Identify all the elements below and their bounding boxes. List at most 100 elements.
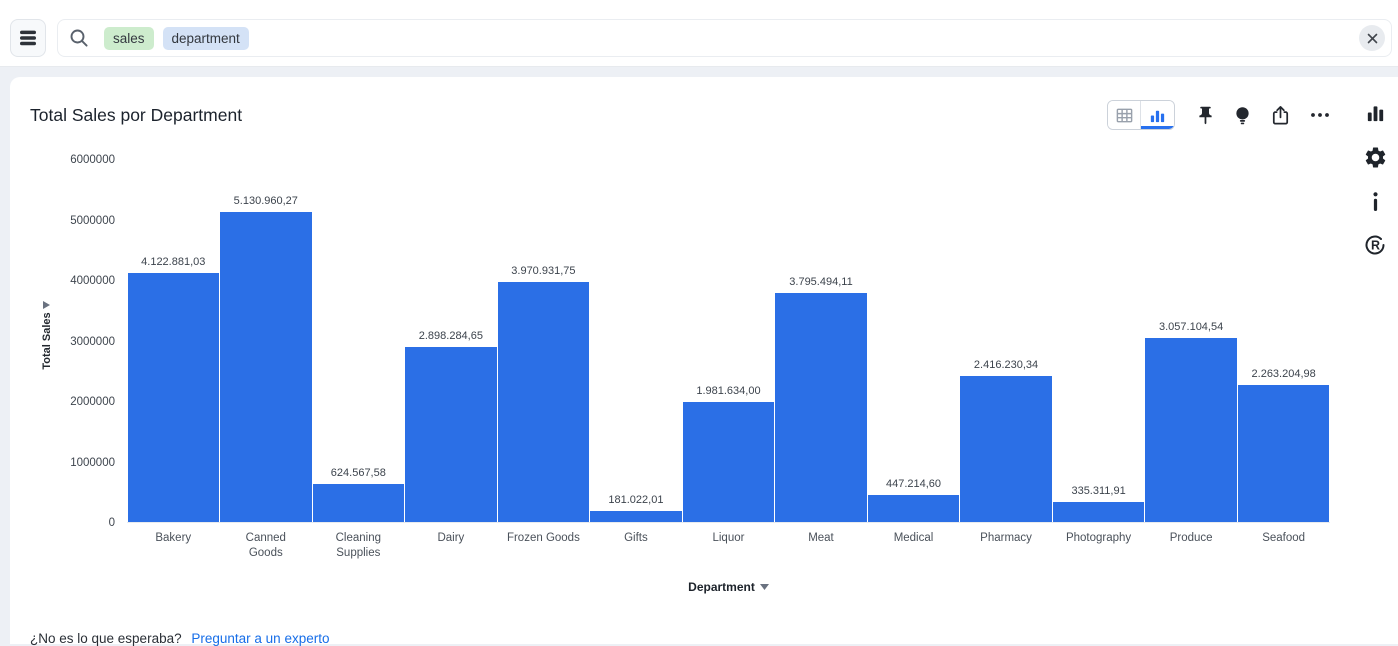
clear-search-button[interactable] (1359, 25, 1385, 51)
y-tick-label: 2000000 (70, 396, 115, 408)
y-axis-caret-icon (43, 301, 50, 309)
info-icon (1371, 191, 1380, 212)
y-tick-label: 6000000 (70, 154, 115, 166)
bar-value-label: 3.795.494,11 (789, 276, 852, 288)
info-button[interactable] (1371, 188, 1380, 214)
bar-chart-icon (1148, 106, 1167, 125)
data-source-stack-icon (19, 30, 37, 46)
bar-value-label: 2.416.230,34 (974, 359, 1038, 371)
bar[interactable]: 181.022,01 (590, 511, 682, 522)
pin-button[interactable] (1195, 105, 1216, 126)
bar-column: 624.567,58 (313, 160, 405, 522)
bar-value-label: 1.981.634,00 (696, 385, 760, 397)
chart-view-button[interactable] (1141, 101, 1174, 129)
share-button[interactable] (1269, 104, 1292, 127)
bar-column: 181.022,01 (590, 160, 682, 522)
close-icon (1367, 33, 1378, 44)
share-icon (1269, 104, 1292, 127)
bar[interactable]: 2.898.284,65 (405, 347, 497, 522)
bar[interactable]: 5.130.960,27 (220, 212, 312, 522)
chart-settings-button[interactable] (1363, 144, 1388, 170)
caret-down-icon (760, 584, 769, 590)
y-tick-label: 1000000 (70, 457, 115, 469)
x-category-label: Pharmacy (960, 531, 1052, 561)
bar-value-label: 2.263.204,98 (1252, 368, 1316, 380)
bar-value-label: 3.970.931,75 (511, 265, 575, 277)
table-view-button[interactable] (1108, 101, 1141, 129)
bar-value-label: 3.057.104,54 (1159, 321, 1223, 333)
y-axis-title: Total Sales (41, 312, 53, 369)
ellipsis-icon (1308, 103, 1332, 127)
insights-button[interactable] (1232, 105, 1253, 126)
bar-column: 5.130.960,27 (220, 160, 312, 522)
x-axis-title-label: Department (688, 580, 755, 594)
x-axis-labels: BakeryCanned GoodsCleaning SuppliesDairy… (127, 531, 1330, 561)
bar[interactable]: 1.981.634,00 (683, 402, 775, 522)
x-category-label: Liquor (683, 531, 775, 561)
x-category-label: Bakery (128, 531, 220, 561)
bar[interactable]: 2.416.230,34 (960, 376, 1052, 522)
table-icon (1115, 106, 1134, 125)
search-token[interactable]: sales (104, 27, 154, 50)
bar[interactable]: 3.970.931,75 (498, 282, 590, 522)
bar-column: 335.311,91 (1053, 160, 1145, 522)
x-category-label: Photography (1053, 531, 1145, 561)
x-category-label: Gifts (590, 531, 682, 561)
y-tick-label: 0 (109, 517, 115, 529)
bar-column: 2.898.284,65 (405, 160, 497, 522)
bar-column: 3.970.931,75 (498, 160, 590, 522)
bar-value-label: 624.567,58 (331, 467, 386, 479)
y-tick-label: 3000000 (70, 336, 115, 348)
pin-icon (1195, 105, 1216, 126)
x-category-label: Seafood (1238, 531, 1330, 561)
bar[interactable]: 447.214,60 (868, 495, 960, 522)
x-category-label: Dairy (405, 531, 497, 561)
bar[interactable]: 335.311,91 (1053, 502, 1145, 522)
answer-title: Total Sales por Department (30, 105, 242, 126)
right-rail: R (1360, 100, 1390, 258)
top-bar: sales department (0, 0, 1398, 67)
x-axis-title[interactable]: Department (127, 580, 1330, 594)
r-badge-icon: R (1363, 233, 1387, 257)
lightbulb-icon (1232, 105, 1253, 126)
search-bar[interactable]: sales department (57, 19, 1392, 57)
bar-value-label: 4.122.881,03 (141, 256, 205, 268)
more-options-button[interactable] (1308, 103, 1332, 127)
bar-value-label: 335.311,91 (1071, 485, 1125, 497)
answer-toolbar (1107, 100, 1332, 130)
bar[interactable]: 3.057.104,54 (1145, 338, 1237, 522)
y-axis: 6000000500000040000003000000200000010000… (10, 160, 115, 523)
bar-column: 2.416.230,34 (960, 160, 1052, 522)
chart-type-icon (1364, 102, 1387, 125)
plot-area: 4.122.881,035.130.960,27624.567,582.898.… (127, 160, 1330, 523)
bar[interactable]: 624.567,58 (313, 484, 405, 522)
bar[interactable]: 4.122.881,03 (128, 273, 220, 522)
data-source-button[interactable] (10, 19, 46, 57)
y-tick-label: 4000000 (70, 275, 115, 287)
x-category-label: Canned Goods (220, 531, 312, 561)
view-toggle-group (1107, 100, 1175, 130)
gear-icon (1363, 145, 1388, 170)
x-category-label: Cleaning Supplies (313, 531, 405, 561)
bar-value-label: 5.130.960,27 (234, 195, 298, 207)
bar[interactable]: 2.263.204,98 (1238, 385, 1330, 522)
x-category-label: Meat (775, 531, 867, 561)
x-category-label: Medical (868, 531, 960, 561)
svg-text:R: R (1371, 239, 1380, 253)
chart-type-button[interactable] (1364, 100, 1387, 126)
bar-value-label: 2.898.284,65 (419, 330, 483, 342)
search-icon (68, 27, 90, 49)
bar-column: 3.057.104,54 (1145, 160, 1237, 522)
search-token[interactable]: department (163, 27, 249, 50)
x-category-label: Produce (1145, 531, 1237, 561)
answer-card: Total Sales por Department (10, 77, 1398, 644)
y-tick-label: 5000000 (70, 215, 115, 227)
bar-column: 3.795.494,11 (775, 160, 867, 522)
bar[interactable]: 3.795.494,11 (775, 293, 867, 522)
r-badge-button[interactable]: R (1363, 232, 1387, 258)
bar-column: 4.122.881,03 (128, 160, 220, 522)
x-category-label: Frozen Goods (498, 531, 590, 561)
bar-column: 1.981.634,00 (683, 160, 775, 522)
bar-value-label: 181.022,01 (608, 494, 663, 506)
bar-value-label: 447.214,60 (886, 478, 941, 490)
